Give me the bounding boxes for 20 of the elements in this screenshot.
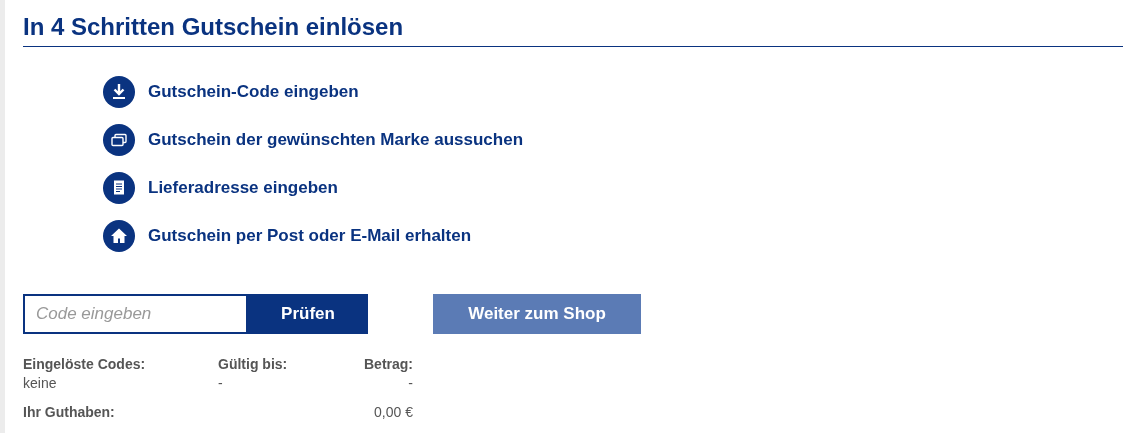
table-cell-text: keine [23, 374, 58, 393]
step-label: Gutschein-Code eingeben [148, 81, 359, 104]
page-title: In 4 Schritten Gutschein einlösen [23, 12, 405, 42]
cards-icon [103, 124, 135, 156]
shop-button[interactable]: Weiter zum Shop [433, 294, 641, 334]
column-header: Eingelöste Codes: [23, 355, 147, 374]
download-icon [103, 76, 135, 108]
column-header: Betrag: [363, 355, 413, 374]
table-cell-text: - [218, 374, 224, 393]
document-icon [103, 172, 135, 204]
balance-label: Ihr Guthaben: [23, 403, 115, 422]
step-label: Lieferadresse eingeben [148, 177, 338, 200]
table-cell-text: - [407, 374, 413, 393]
check-button[interactable]: Prüfen [248, 294, 368, 334]
step-label: Gutschein der gewünschten Marke aussuchen [148, 129, 524, 152]
balance-value: 0,00 € [374, 403, 413, 422]
column-header: Gültig bis: [218, 355, 289, 374]
step-label: Gutschein per Post oder E-Mail erhalten [148, 225, 472, 248]
code-field[interactable]: Code eingeben [23, 294, 248, 334]
home-icon [103, 220, 135, 252]
